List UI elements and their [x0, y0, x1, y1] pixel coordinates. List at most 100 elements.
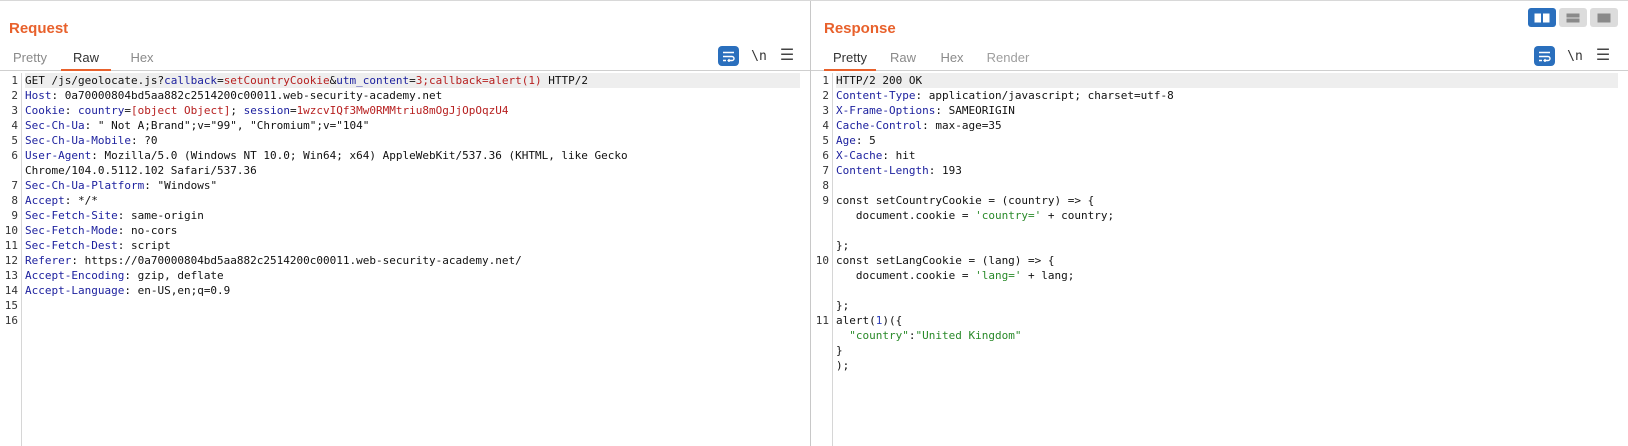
line-number: 11 [815, 314, 829, 327]
code-row: const setLangCookie = (lang) => { [836, 253, 1618, 268]
request-tab-hex[interactable]: Hex [122, 49, 162, 71]
code-row: X-Cache: hit [836, 148, 1618, 163]
response-tab-raw[interactable]: Raw [885, 49, 921, 71]
code-row [836, 283, 1618, 298]
code-token: : " Not A;Brand";v="99", "Chromium";v="1… [84, 119, 370, 132]
code-row: const setCountryCookie = (country) => { [836, 193, 1618, 208]
code-token: document.cookie = [836, 269, 976, 282]
response-tabs: Pretty Raw Hex Render [811, 45, 1628, 71]
code-token: : application/javascript; charset=utf-8 [915, 89, 1174, 102]
code-line: 1 HTTP/2 200 OK [822, 73, 1618, 88]
line-number: 8 [822, 179, 829, 192]
code-token: }; [836, 299, 850, 312]
code-token: : Mozilla/5.0 (Windows NT 10.0; Win64; x… [91, 149, 628, 162]
code-row [836, 223, 1618, 238]
code-token: : SAMEORIGIN [935, 104, 1015, 117]
code-row: Chrome/104.0.5112.102 Safari/537.36 [25, 163, 800, 178]
line-number: 12 [4, 254, 18, 267]
line-number: 4 [11, 119, 18, 132]
code-token: country [78, 104, 125, 117]
code-token: + lang; [1021, 269, 1075, 282]
request-word-wrap-button[interactable] [718, 46, 739, 66]
code-token: )({ [882, 314, 903, 327]
request-tab-raw[interactable]: Raw [61, 49, 111, 71]
code-token: : script [117, 239, 171, 252]
line-number: 5 [822, 134, 829, 147]
line-number: 5 [11, 134, 18, 147]
word-wrap-icon [1539, 51, 1551, 62]
code-row: Sec-Ch-Ua: " Not A;Brand";v="99", "Chrom… [25, 118, 800, 133]
response-newline-toggle[interactable]: \n [1565, 49, 1585, 64]
line-number: 13 [4, 269, 18, 282]
layout-single-pane-button[interactable] [1590, 8, 1618, 27]
code-token: : max-age=35 [922, 119, 1002, 132]
code-token: session [243, 104, 290, 117]
line-number: 8 [11, 194, 18, 207]
code-row: Accept: */* [25, 193, 800, 208]
request-editor[interactable]: 1 GET /js/geolocate.js?callback=setCountr… [0, 73, 810, 446]
code-token: = [289, 104, 297, 117]
response-tab-hex[interactable]: Hex [934, 49, 970, 71]
code-token: Accept [25, 194, 65, 207]
code-token: : en-US,en;q=0.9 [124, 284, 231, 297]
code-token: ; [230, 104, 244, 117]
response-pane: Response Pretty Raw Hex Render \n ☰ 1 HTT… [811, 1, 1628, 446]
code-token: Cache-Control [836, 119, 923, 132]
code-token: ); [836, 359, 850, 372]
code-token: HTTP/2 [541, 74, 588, 87]
code-line: 7 Content-Length: 193 [822, 163, 1618, 178]
layout-split-vertical-button[interactable] [1559, 8, 1587, 27]
code-row: ); [836, 358, 1618, 373]
response-toolbar: \n ☰ [1534, 46, 1611, 66]
code-row: Referer: https://0a70000804bd5aa882c2514… [25, 253, 800, 268]
code-row: Accept-Language: en-US,en;q=0.9 [25, 283, 800, 298]
response-editor[interactable]: 1 HTTP/2 200 OK 2 Content-Type: application… [811, 73, 1628, 446]
code-token: Sec-Fetch-Mode [25, 224, 118, 237]
code-token: Sec-Ch-Ua-Platform [25, 179, 145, 192]
code-line: 4 Cache-Control: max-age=35 [822, 118, 1618, 133]
code-token: Host [25, 89, 52, 102]
response-word-wrap-button[interactable] [1534, 46, 1555, 66]
request-tab-pretty[interactable]: Pretty [9, 49, 51, 71]
response-tab-pretty[interactable]: Pretty [824, 49, 876, 71]
code-row: Cache-Control: max-age=35 [836, 118, 1618, 133]
response-tab-render[interactable]: Render [982, 49, 1034, 71]
layout-split-horizontal-button[interactable] [1528, 8, 1556, 27]
line-number: 9 [11, 209, 18, 222]
split-horizontal-icon [1534, 13, 1550, 22]
code-line: 4 Sec-Ch-Ua: " Not A;Brand";v="99", "Chro… [11, 118, 800, 133]
code-line: 2 Content-Type: application/javascript; c… [822, 88, 1618, 103]
code-row: User-Agent: Mozilla/5.0 (Windows NT 10.0… [25, 148, 800, 163]
code-token: }; [836, 239, 850, 252]
response-code[interactable]: 1 HTTP/2 200 OK 2 Content-Type: application… [816, 73, 1618, 373]
line-number: 15 [4, 299, 18, 312]
hamburger-menu-icon[interactable]: ☰ [1595, 48, 1611, 64]
code-token: 'lang=' [975, 269, 1022, 282]
code-token: : 193 [928, 164, 962, 177]
code-row: Host: 0a70000804bd5aa882c2514200c00011.w… [25, 88, 800, 103]
code-line: 7 Sec-Ch-Ua-Platform: "Windows" [11, 178, 800, 193]
code-token: Age [836, 134, 856, 147]
line-number: 6 [822, 149, 829, 162]
line-number: 9 [822, 194, 829, 207]
line-number: 6 [11, 149, 18, 162]
code-row: Sec-Fetch-Dest: script [25, 238, 800, 253]
code-row: Sec-Fetch-Site: same-origin [25, 208, 800, 223]
hamburger-menu-icon[interactable]: ☰ [779, 48, 795, 64]
code-token: : "Windows" [144, 179, 218, 192]
code-line: 6 X-Cache: hit [822, 148, 1618, 163]
code-token: callback [164, 74, 218, 87]
code-line: 9 Sec-Fetch-Site: same-origin [11, 208, 800, 223]
code-row: document.cookie = 'country=' + country; [836, 208, 1618, 223]
code-token: Sec-Ch-Ua [25, 119, 85, 132]
code-row: Sec-Ch-Ua-Platform: "Windows" [25, 178, 800, 193]
code-token: : no-cors [117, 224, 178, 237]
code-token: utm_content [336, 74, 410, 87]
code-token: [object Object] [130, 104, 231, 117]
request-newline-toggle[interactable]: \n [749, 49, 769, 64]
request-code[interactable]: 1 GET /js/geolocate.js?callback=setCountr… [5, 73, 800, 328]
line-number: 10 [4, 224, 18, 237]
line-number: 2 [822, 89, 829, 102]
code-token: document.cookie = [836, 209, 976, 222]
